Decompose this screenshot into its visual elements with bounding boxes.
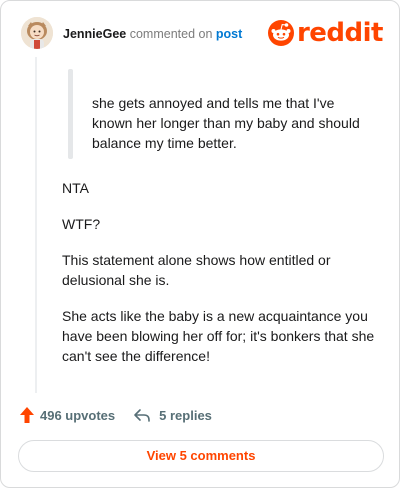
comment-paragraph: NTA (62, 180, 89, 196)
commented-on-text: commented on (129, 27, 213, 41)
reddit-logo[interactable]: reddit (267, 18, 384, 48)
comment-actions: 496 upvotes 5 replies (19, 405, 212, 425)
reply-arrow-icon (134, 409, 150, 422)
reply-count: 5 replies (159, 407, 212, 423)
reply-button[interactable]: 5 replies (133, 407, 212, 423)
avatar[interactable] (21, 17, 53, 49)
upvote-arrow-icon (20, 407, 34, 423)
comment-paragraph: This statement alone shows how entitled … (62, 252, 331, 288)
post-link[interactable]: post (216, 27, 242, 41)
avatar-illustration-icon (21, 17, 53, 49)
reddit-wordmark: reddit (296, 18, 384, 48)
blockquote-text: she gets annoyed and tells me that I've … (92, 95, 360, 151)
comment-card: JennieGee commented on post reddit she g… (0, 0, 400, 488)
view-comments-button[interactable]: View 5 comments (18, 440, 384, 472)
comment-paragraph: WTF? (62, 216, 101, 232)
blockquote-bar (68, 69, 73, 159)
reddit-snoo-icon (267, 20, 294, 46)
username-link[interactable]: JennieGee (63, 27, 126, 41)
thread-line[interactable] (35, 57, 37, 393)
upvote-button[interactable]: 496 upvotes (19, 406, 115, 424)
comment-header: JennieGee commented on post (63, 26, 242, 42)
upvote-count: 496 upvotes (40, 407, 116, 423)
comment-paragraph: She acts like the baby is a new acquaint… (62, 308, 375, 364)
